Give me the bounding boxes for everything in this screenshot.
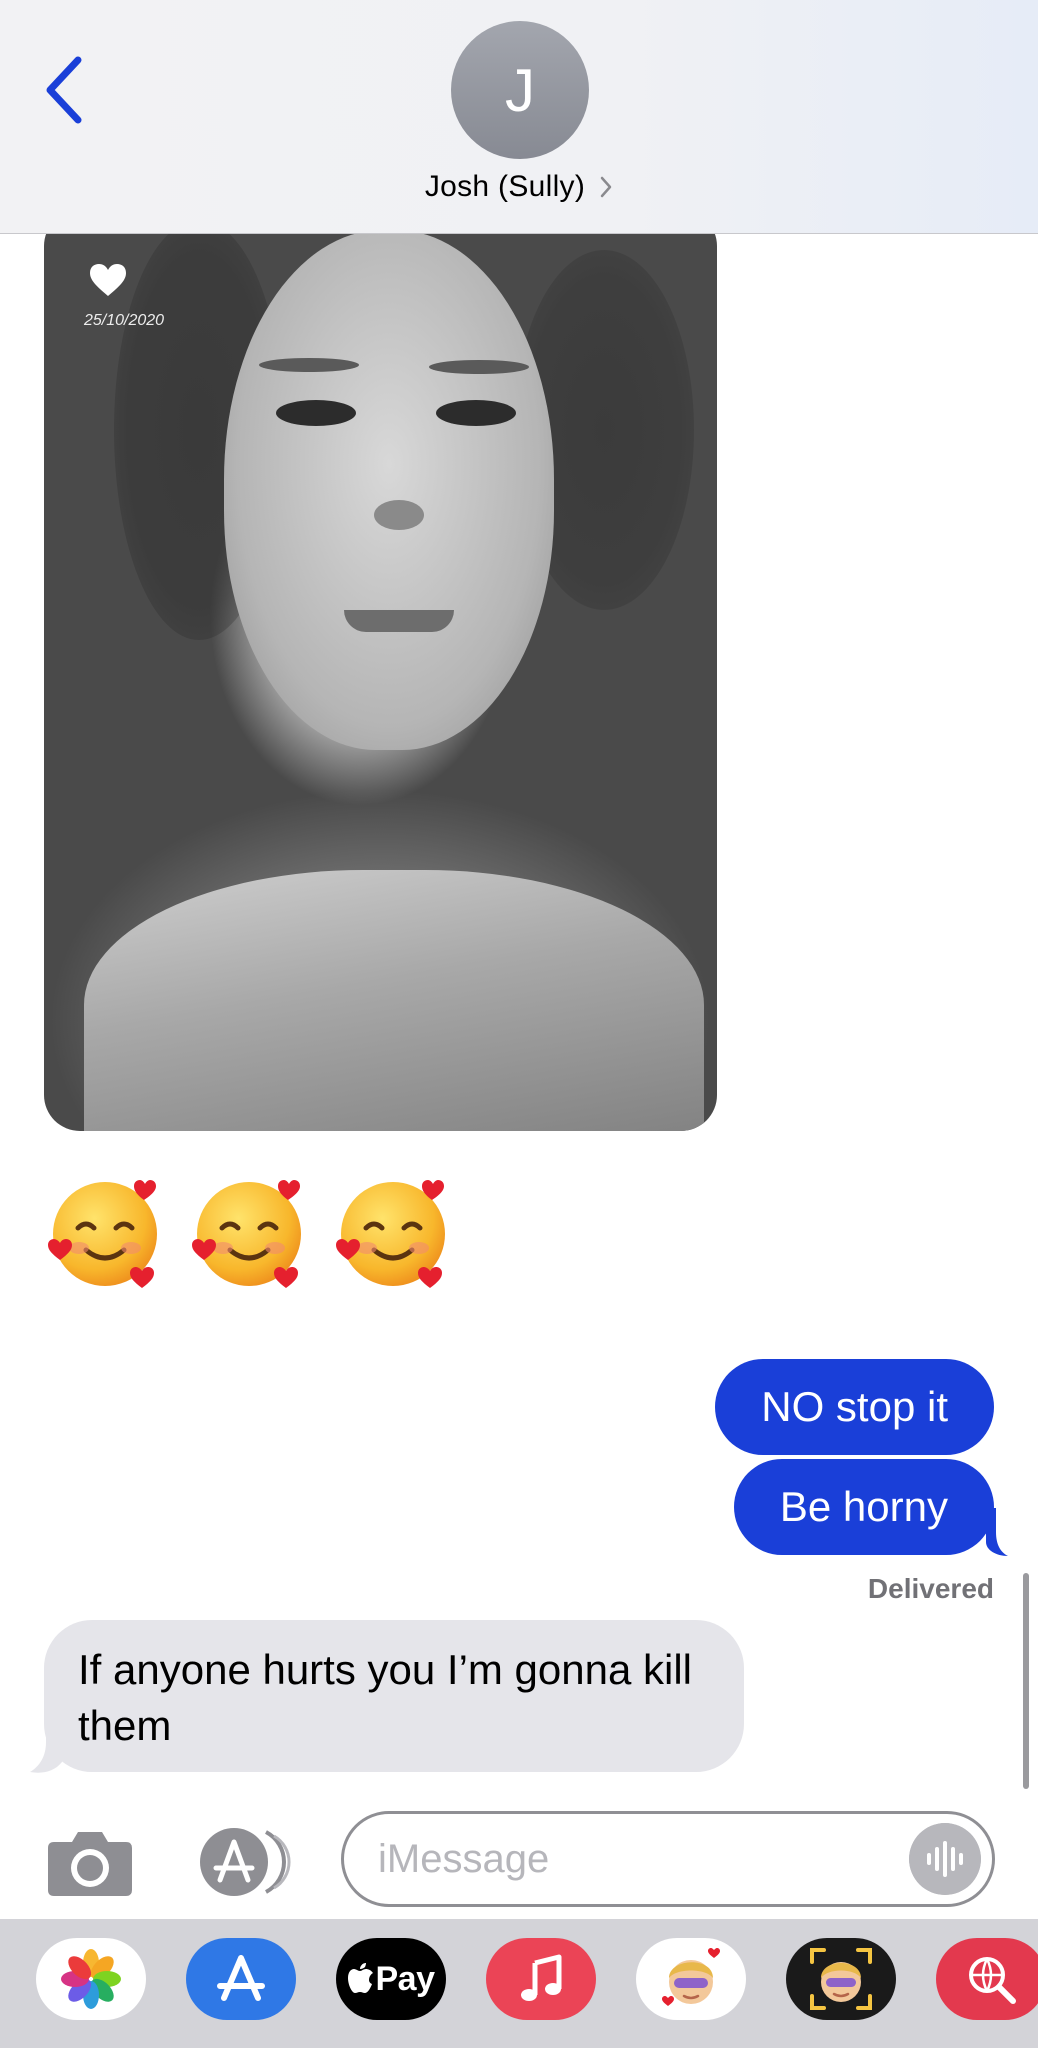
photos-app-icon[interactable] <box>36 1938 146 2020</box>
photo-detail <box>374 500 424 530</box>
photo-detail <box>429 360 529 374</box>
pay-text: Pay <box>375 1959 436 1998</box>
incoming-message-bubble[interactable]: If anyone hurts you I’m gonna kill them <box>44 1620 744 1772</box>
app-store-apps-icon[interactable] <box>194 1826 296 1898</box>
app-drawer: Pay <box>0 1919 1038 2048</box>
heart-icon <box>90 264 126 296</box>
bubble-tail <box>986 1508 1008 1556</box>
contact-name-row[interactable]: Josh (Sully) <box>0 170 1038 204</box>
back-chevron-icon[interactable] <box>38 52 94 128</box>
memoji-face-icon <box>662 1948 720 2006</box>
contact-name[interactable]: Josh (Sully) <box>425 170 585 204</box>
photos-flower-icon <box>61 1949 121 2009</box>
memoji-frame-icon <box>810 1948 872 2010</box>
music-note-icon <box>521 1954 562 2001</box>
avatar-initial: J <box>505 56 535 124</box>
photo-detail <box>84 870 704 1131</box>
smiling-face-with-hearts-icon <box>336 1180 445 1288</box>
music-icon[interactable] <box>486 1938 596 2020</box>
camera-icon[interactable] <box>46 1826 134 1898</box>
apple-pay-label: Pay <box>347 1959 436 1999</box>
app-store-a-icon <box>217 1955 265 2001</box>
memoji-icon[interactable] <box>786 1938 896 2020</box>
message-field[interactable] <box>341 1811 995 1907</box>
delivery-status: Delivered <box>867 1573 994 1604</box>
apple-pay-icon[interactable]: Pay <box>336 1938 446 2020</box>
photo-date-stamp: 25/10/2020 <box>84 312 165 329</box>
globe-magnifier-icon <box>969 1957 1016 2004</box>
photo-detail <box>344 610 454 632</box>
chevron-right-icon <box>600 176 612 198</box>
photo-detail <box>259 358 359 372</box>
photo-detail <box>436 400 516 426</box>
smiling-face-with-hearts-icon <box>192 1180 301 1288</box>
memoji-stickers-icon[interactable] <box>636 1938 746 2020</box>
scrollbar[interactable] <box>1023 1573 1029 1789</box>
image-search-icon[interactable] <box>936 1938 1038 2020</box>
contact-avatar[interactable]: J <box>451 21 589 159</box>
outgoing-message-bubble[interactable]: Be horny <box>733 1459 994 1555</box>
conversation-header: J Josh (Sully) <box>0 0 1038 234</box>
photo-detail <box>276 400 356 426</box>
app-store-icon[interactable] <box>186 1938 296 2020</box>
audio-waveform-icon[interactable] <box>909 1823 981 1895</box>
outgoing-message-bubble[interactable]: NO stop it <box>715 1359 994 1455</box>
photo-detail <box>224 230 554 750</box>
photo-message[interactable]: 25/10/2020 <box>44 210 717 1131</box>
smiling-face-with-hearts-icon <box>48 1180 157 1288</box>
emoji-message[interactable] <box>44 1170 454 1292</box>
apple-logo-icon <box>347 1963 373 1993</box>
imessage-input[interactable] <box>378 1824 898 1894</box>
